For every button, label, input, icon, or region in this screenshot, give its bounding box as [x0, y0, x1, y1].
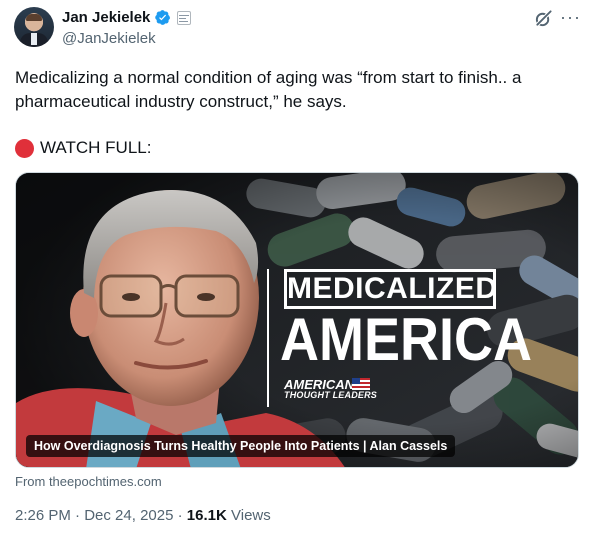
- tweet: Jan Jekielek @JanJekielek ··· Medicalizi…: [0, 0, 592, 536]
- more-icon[interactable]: ···: [560, 8, 581, 26]
- us-flag-icon: [352, 378, 370, 390]
- verified-badge-icon[interactable]: [154, 9, 171, 26]
- meta-separator: ·: [177, 507, 187, 524]
- tweet-meta: 2:26 PM · Dec 24, 2025 · 16.1K Views: [15, 507, 271, 524]
- media-title-main: AMERICA: [280, 306, 532, 373]
- meta-separator: ·: [75, 507, 85, 524]
- display-name[interactable]: Jan Jekielek: [62, 9, 150, 26]
- title-divider: [267, 269, 269, 407]
- media-caption: How Overdiagnosis Turns Healthy People I…: [26, 435, 456, 457]
- handle[interactable]: @JanJekielek: [62, 30, 156, 47]
- avatar[interactable]: [14, 7, 54, 47]
- tweet-date[interactable]: Dec 24, 2025: [84, 507, 173, 524]
- affiliation-badge-icon[interactable]: [177, 10, 192, 25]
- link-source[interactable]: From theepochtimes.com: [15, 474, 162, 489]
- watch-row: WATCH FULL:: [15, 136, 151, 160]
- views-count[interactable]: 16.1K: [187, 507, 227, 524]
- views-label: Views: [231, 507, 271, 524]
- avatar-shirt: [31, 33, 37, 45]
- name-row: Jan Jekielek: [62, 9, 192, 26]
- tweet-time[interactable]: 2:26 PM: [15, 507, 71, 524]
- media-title-top: MEDICALIZED: [284, 269, 497, 309]
- tweet-text: Medicalizing a normal condition of aging…: [15, 68, 522, 111]
- grok-icon[interactable]: [534, 9, 553, 28]
- watch-label: WATCH FULL:: [40, 138, 152, 157]
- avatar-hair: [26, 14, 42, 21]
- media-card[interactable]: MEDICALIZED AMERICA AMERICAN THOUGHT LEA…: [15, 172, 579, 468]
- brand-line-2: THOUGHT LEADERS: [284, 390, 377, 400]
- red-circle-icon: [15, 138, 34, 158]
